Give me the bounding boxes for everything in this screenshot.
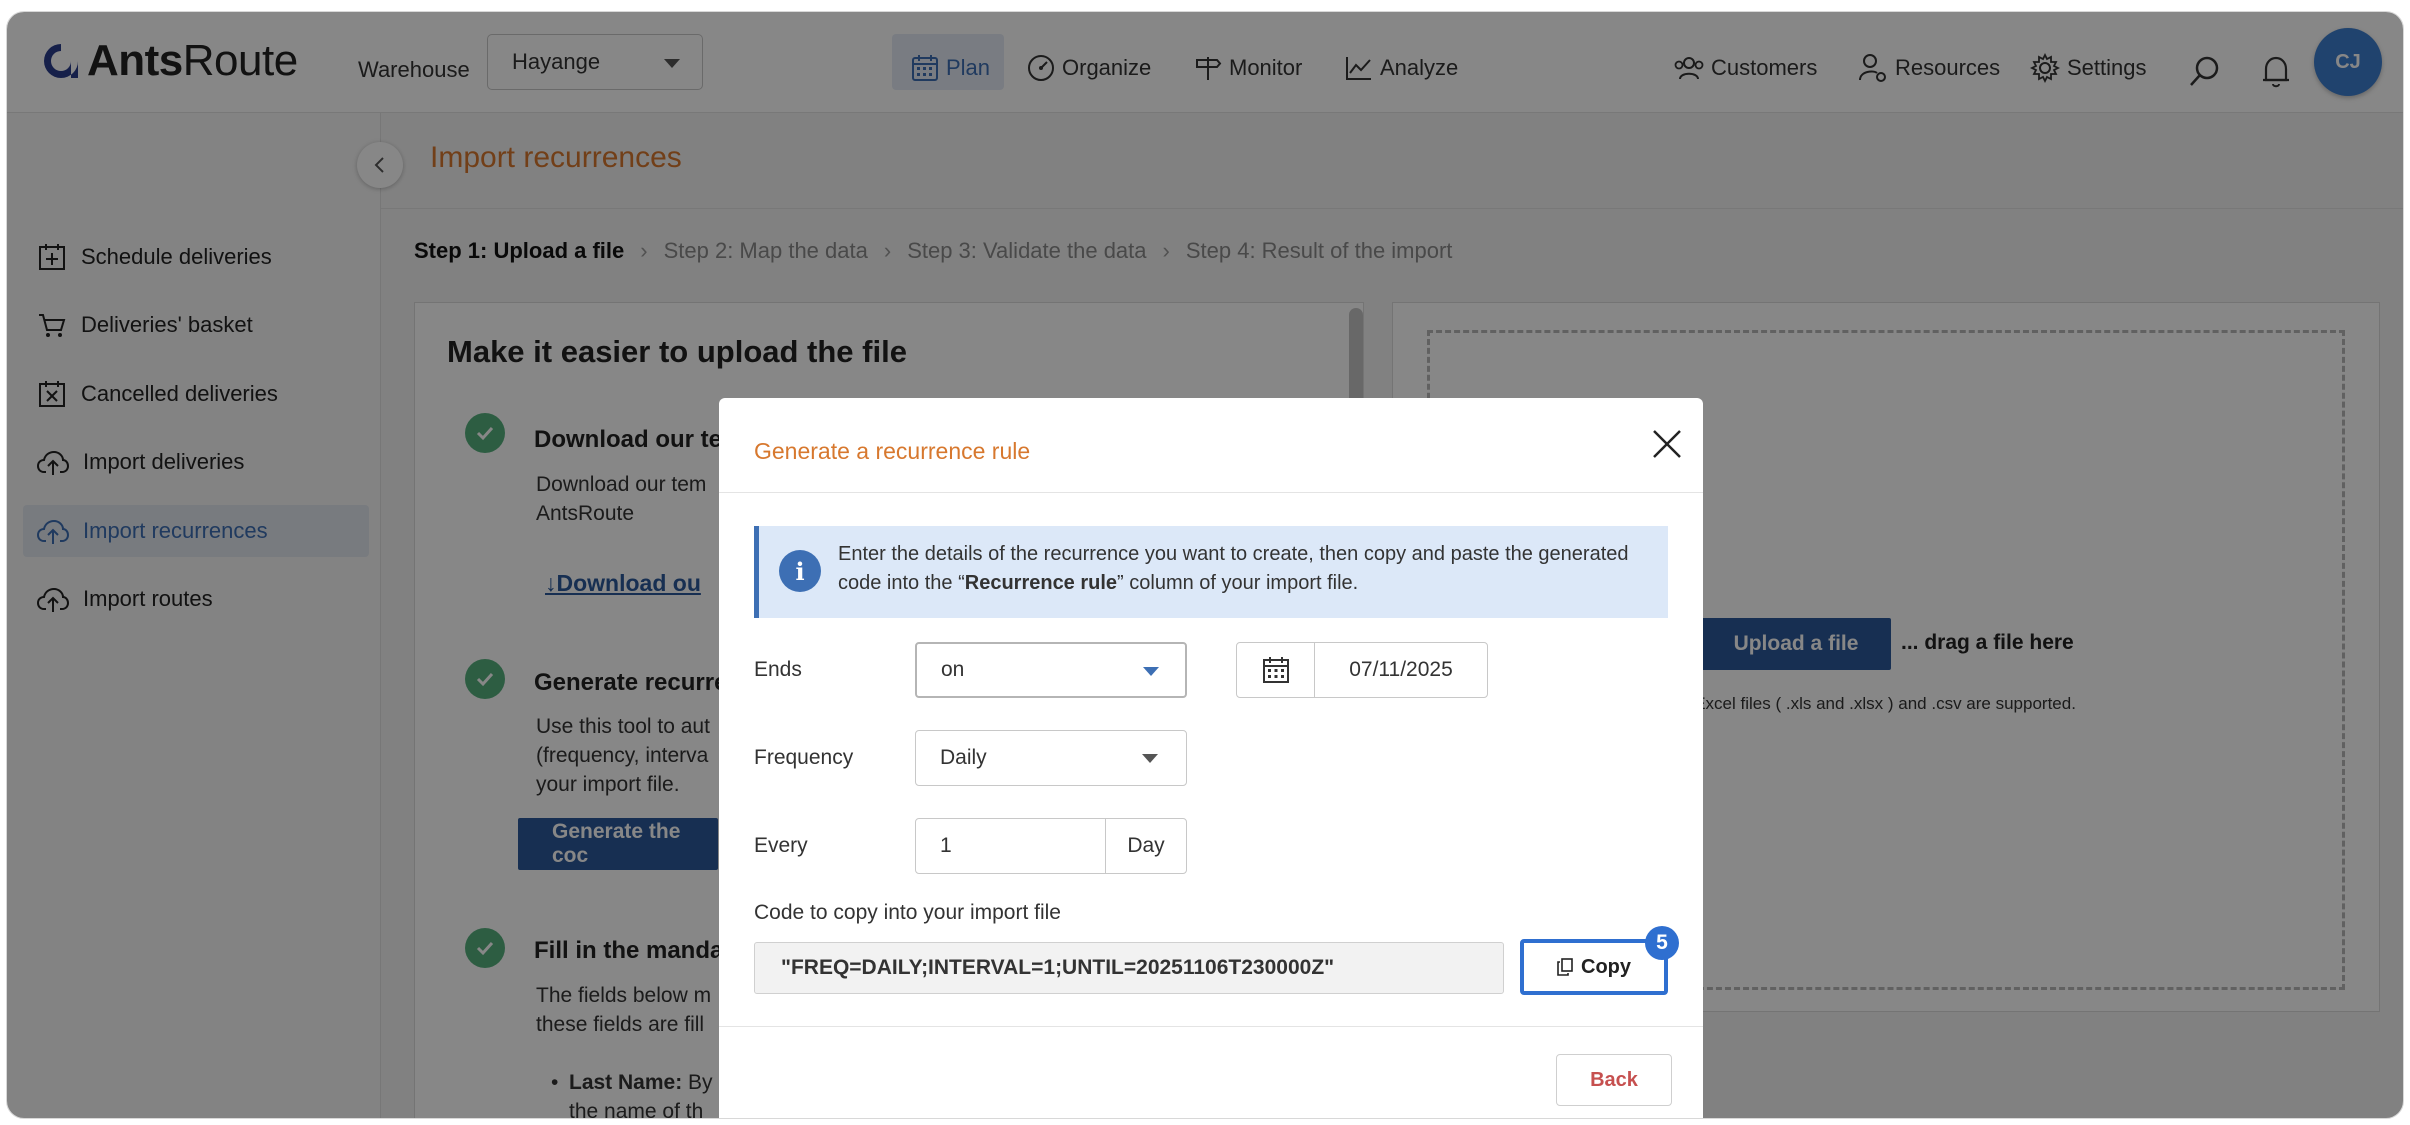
chevron-down-icon bbox=[1142, 754, 1158, 763]
info-icon: i bbox=[779, 550, 821, 592]
close-icon[interactable] bbox=[1649, 426, 1685, 462]
frequency-label: Frequency bbox=[754, 746, 854, 769]
modal-footer-divider bbox=[719, 1026, 1703, 1027]
date-picker-button[interactable] bbox=[1237, 643, 1315, 697]
modal-title: Generate a recurrence rule bbox=[754, 438, 1031, 464]
info-text: Enter the details of the recurrence you … bbox=[838, 540, 1658, 598]
frequency-value: Daily bbox=[940, 746, 987, 769]
info-banner: i Enter the details of the recurrence yo… bbox=[754, 526, 1668, 618]
every-input[interactable]: 1 bbox=[916, 819, 1106, 873]
code-label: Code to copy into your import file bbox=[754, 901, 1061, 924]
recurrence-code-field[interactable]: "FREQ=DAILY;INTERVAL=1;UNTIL=20251106T23… bbox=[754, 942, 1504, 994]
frequency-select[interactable]: Daily bbox=[915, 730, 1187, 786]
recurrence-rule-modal: Generate a recurrence rule i Enter the d… bbox=[719, 398, 1703, 1118]
calendar-icon bbox=[1262, 657, 1289, 683]
info-text-bold: Recurrence rule bbox=[964, 572, 1118, 594]
chevron-down-icon bbox=[1143, 667, 1159, 676]
copy-icon bbox=[1557, 958, 1573, 976]
every-field: 1 Day bbox=[915, 818, 1187, 874]
end-date-picker[interactable]: 07/11/2025 bbox=[1236, 642, 1488, 698]
ends-select[interactable]: on bbox=[915, 642, 1187, 698]
copy-button-label: Copy bbox=[1581, 955, 1631, 978]
every-unit: Day bbox=[1127, 834, 1165, 857]
back-button[interactable]: Back bbox=[1556, 1054, 1672, 1106]
modal-divider bbox=[719, 492, 1703, 493]
info-text-post: ” column of your import file. bbox=[1117, 572, 1359, 594]
step-badge: 5 bbox=[1645, 926, 1679, 960]
end-date-value[interactable]: 07/11/2025 bbox=[1315, 643, 1487, 697]
every-label: Every bbox=[754, 834, 808, 857]
ends-value: on bbox=[941, 658, 965, 681]
ends-label: Ends bbox=[754, 658, 802, 681]
app-window: AntsRoute Warehouse Hayange Plan Organiz… bbox=[6, 11, 2404, 1119]
